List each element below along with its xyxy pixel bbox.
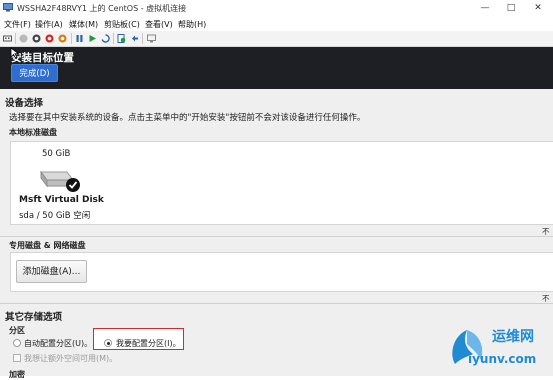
turn-off-icon[interactable]	[32, 34, 41, 43]
disk-name: Msft Virtual Disk	[19, 195, 104, 205]
start-icon[interactable]	[19, 34, 28, 43]
menu-media[interactable]: 媒体(M)	[69, 19, 98, 30]
extra-space-label[interactable]: 我想让额外空间可用(M)。	[24, 353, 117, 364]
device-selection-title: 设备选择	[5, 98, 44, 109]
resume-icon[interactable]	[88, 34, 97, 43]
specialized-disks-panel: 添加磁盘(A)...	[10, 252, 553, 292]
disk-size: 50 GiB	[42, 149, 71, 159]
divider	[0, 236, 553, 237]
page-title: 安装目标位置	[11, 52, 74, 64]
toolbar-divider	[71, 33, 72, 44]
menu-clipboard[interactable]: 剪贴板(C)	[104, 19, 140, 30]
mouse-cursor-icon	[10, 47, 20, 59]
toolbar-divider	[142, 33, 143, 44]
enhanced-session-icon[interactable]	[147, 34, 156, 43]
pause-icon[interactable]	[75, 34, 84, 43]
device-selection-description: 选择要在其中安装系统的设备。点击主菜单中的"开始安装"按钮前不会对该设备进行任何…	[9, 113, 366, 123]
installer-header: 安装目标位置 完成(D)	[0, 47, 553, 89]
divider	[0, 303, 553, 304]
hard-disk-icon[interactable]	[37, 164, 83, 192]
menu-bar: 文件(F) 操作(A) 媒体(M) 剪贴板(C) 查看(V) 帮助(H)	[0, 17, 553, 31]
watermark-text: 运维网	[492, 329, 534, 345]
disk-free-space: sda / 50 GiB 空闲	[19, 211, 91, 221]
revert-icon[interactable]	[130, 34, 139, 43]
auto-partition-label[interactable]: 自动配置分区(U)。	[24, 338, 92, 349]
menu-file[interactable]: 文件(F)	[4, 19, 31, 30]
window-title: WSSHA2F48RVY1 上的 CentOS - 虚拟机连接	[17, 4, 187, 13]
vm-connection-icon	[3, 3, 13, 12]
ctrl-alt-del-icon[interactable]	[3, 34, 12, 43]
checkpoint-icon[interactable]	[117, 34, 126, 43]
menu-view[interactable]: 查看(V)	[145, 19, 173, 30]
add-disk-button[interactable]: 添加磁盘(A)...	[16, 260, 87, 283]
encryption-label: 加密	[9, 370, 25, 379]
local-disks-label: 本地标准磁盘	[9, 128, 57, 137]
toolbar-divider	[113, 33, 114, 44]
vm-toolbar	[0, 31, 553, 47]
manual-partition-radio[interactable]	[104, 339, 112, 347]
local-disks-panel: 50 GiB Msft Virtual Disk sda / 50 GiB 空闲	[10, 141, 553, 225]
menu-help[interactable]: 帮助(H)	[178, 19, 206, 30]
toolbar-divider	[15, 33, 16, 44]
extra-space-checkbox[interactable]	[13, 354, 21, 362]
manual-partition-label[interactable]: 我要配置分区(I)。	[116, 338, 181, 349]
auto-partition-radio[interactable]	[13, 339, 21, 347]
window-title-bar: WSSHA2F48RVY1 上的 CentOS - 虚拟机连接 — □ ✕	[0, 0, 553, 18]
minimize-button[interactable]: —	[472, 0, 498, 17]
close-button[interactable]: ✕	[525, 0, 551, 17]
specialized-disks-label: 专用磁盘 & 网络磁盘	[9, 241, 86, 250]
other-storage-title: 其它存储选项	[5, 312, 63, 323]
reset-icon[interactable]	[101, 34, 110, 43]
done-button[interactable]: 完成(D)	[11, 64, 58, 82]
maximize-button[interactable]: □	[498, 0, 524, 17]
save-state-icon[interactable]	[58, 34, 67, 43]
shutdown-icon[interactable]	[45, 34, 54, 43]
partitioning-label: 分区	[9, 326, 25, 335]
menu-action[interactable]: 操作(A)	[35, 19, 63, 30]
watermark-url: iyunv.com	[468, 352, 537, 366]
